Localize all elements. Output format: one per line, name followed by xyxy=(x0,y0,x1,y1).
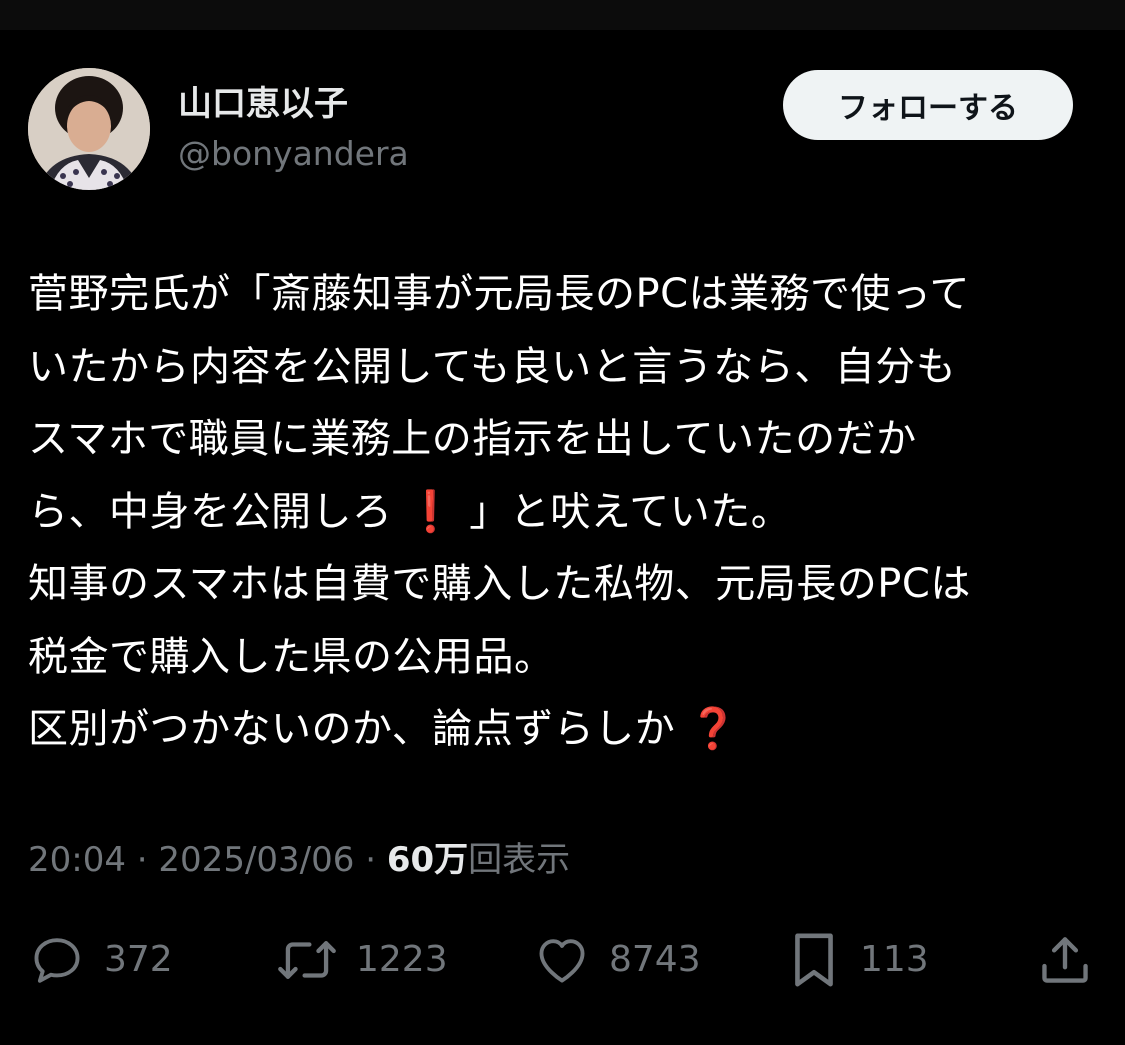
tweet-line: 区別がつかないのか、論点ずらしか ❓ xyxy=(28,693,1098,766)
views-label: 回表示 xyxy=(468,840,571,880)
tweet-meta: 20:04 · 2025/03/06 · 60万回表示 xyxy=(28,837,570,883)
action-bar: 372 1223 8743 113 xyxy=(28,925,1098,995)
like-button[interactable]: 8743 xyxy=(533,925,701,995)
meta-separator: · xyxy=(365,840,377,880)
repost-icon xyxy=(276,931,338,989)
repost-count: 1223 xyxy=(356,939,448,980)
question-emoji-icon: ❓ xyxy=(688,706,739,752)
tweet-time[interactable]: 20:04 xyxy=(28,840,126,880)
tweet-line: スマホで職員に業務上の指示を出していたのだか xyxy=(28,416,917,462)
reply-icon xyxy=(28,931,86,989)
like-count: 8743 xyxy=(609,939,701,980)
exclamation-emoji-icon: ❗ xyxy=(405,488,457,535)
bookmark-icon xyxy=(786,929,842,991)
author-name[interactable]: 山口恵以子 xyxy=(178,84,348,124)
tweet-line-part: 」と吠えていた。 xyxy=(469,488,792,535)
meta-separator: · xyxy=(136,840,148,880)
avatar[interactable] xyxy=(28,68,150,190)
tweet-line: 菅野完氏が「斎藤知事が元局長のPCは業務で使って xyxy=(28,271,971,317)
author-handle[interactable]: @bonyandera xyxy=(178,134,409,174)
tweet-line-part: ら、中身を公開しろ xyxy=(28,488,393,535)
tweet-text: 菅野完氏が「斎藤知事が元局長のPCは業務で使って いたから内容を公開しても良いと… xyxy=(28,258,1098,766)
share-icon xyxy=(1036,931,1094,989)
heart-icon xyxy=(533,931,591,989)
status-bar xyxy=(0,0,1125,30)
views-count: 60万 xyxy=(386,840,469,880)
tweet-line: 税金で購入した県の公用品。 xyxy=(28,633,555,680)
reply-count: 372 xyxy=(104,939,173,980)
bookmark-count: 113 xyxy=(860,939,929,980)
tweet-line-part: 区別がつかないのか、論点ずらしか xyxy=(28,706,676,752)
tweet-date[interactable]: 2025/03/06 xyxy=(158,840,354,880)
tweet-header: 山口恵以子 @bonyandera フォローする xyxy=(28,68,1098,193)
tweet-line: ら、中身を公開しろ ❗ 」と吠えていた。 xyxy=(28,476,1098,549)
tweet-line: 知事のスマホは自費で購入した私物、元局長のPCは xyxy=(28,561,971,607)
tweet-line: いたから内容を公開しても良いと言うなら、自分も xyxy=(28,343,957,390)
repost-button[interactable]: 1223 xyxy=(276,925,448,995)
follow-button[interactable]: フォローする xyxy=(783,70,1073,140)
bookmark-button[interactable]: 113 xyxy=(786,925,929,995)
avatar-image xyxy=(28,68,150,190)
share-button[interactable] xyxy=(1036,925,1094,995)
reply-button[interactable]: 372 xyxy=(28,925,173,995)
